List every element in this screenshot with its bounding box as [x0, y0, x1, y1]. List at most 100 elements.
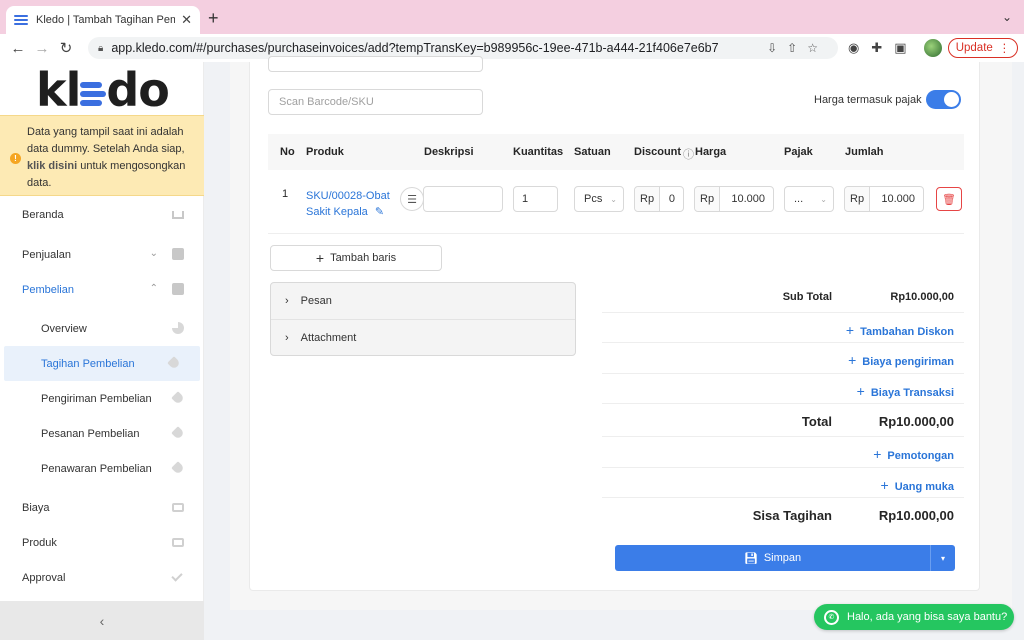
collapse-label: Attachment	[300, 331, 357, 344]
browser-tabstrip: Kledo | Tambah Tagihan Pembelian ✕ + ⌄	[0, 0, 1024, 34]
puzzle-icon[interactable]: ✚	[871, 40, 882, 56]
save-options-dropdown[interactable]: ▾	[930, 545, 955, 571]
header-no: No	[280, 146, 295, 158]
items-table-header: No Produk Deskripsi Kuantitas Satuan Dis…	[268, 134, 964, 170]
sidebar-item-beranda[interactable]: Beranda	[0, 197, 204, 232]
info-icon[interactable]: ⓘ	[683, 146, 694, 162]
quantity-value[interactable]: 1	[514, 193, 528, 205]
total-prefix: Rp	[845, 187, 871, 211]
discount-input[interactable]: Rp 0	[634, 186, 684, 212]
sidebar-item-produk[interactable]: Produk	[0, 525, 204, 560]
discount-row: + Tambahan Diskon	[602, 313, 964, 343]
discount-value[interactable]: 0	[660, 193, 683, 205]
add-discount-link[interactable]: + Tambahan Diskon	[846, 322, 954, 338]
scan-barcode-input[interactable]: Scan Barcode/SKU	[268, 89, 483, 115]
description-input[interactable]	[423, 186, 503, 212]
tax-inclusive-toggle[interactable]	[926, 90, 961, 109]
sidebar-item-penjualan[interactable]: Penjualan ⌄	[0, 237, 204, 272]
add-row-button[interactable]: + Tambah baris	[270, 245, 442, 271]
unit-value[interactable]: Pcs	[575, 193, 602, 205]
update-button[interactable]: Update ⋮	[948, 38, 1018, 58]
profile-avatar[interactable]	[924, 39, 942, 57]
box-icon	[172, 538, 184, 547]
edit-pencil-icon[interactable]: ✎	[375, 206, 384, 218]
tax-select[interactable]: ... ⌄	[784, 186, 834, 212]
partial-field-above[interactable]	[268, 56, 483, 72]
camera-icon[interactable]: ◉	[848, 40, 859, 56]
browser-tab[interactable]: Kledo | Tambah Tagihan Pembelian ✕	[6, 6, 200, 34]
sidebar-item-approval[interactable]: Approval	[0, 560, 204, 595]
chevron-right-icon: ›	[285, 295, 289, 307]
header-jumlah: Jumlah	[845, 146, 884, 158]
sidebar-item-label: Pembelian	[22, 283, 74, 296]
lock-icon[interactable]: 🔒︎	[98, 43, 103, 54]
description-list-icon[interactable]: ☰	[400, 187, 424, 211]
header-pajak: Pajak	[784, 146, 813, 158]
remaining-row: Sisa Tagihan Rp10.000,00	[602, 498, 964, 531]
product-link[interactable]: SKU/00028-Obat Sakit Kepala ✎	[306, 188, 398, 220]
logo-prefix: kl	[36, 63, 81, 117]
sidepanel-icon[interactable]: ▣	[894, 40, 906, 56]
shipping-cost-link[interactable]: + Biaya pengiriman	[848, 352, 954, 368]
save-icon: 💾︎	[743, 552, 758, 565]
chevron-left-icon: ‹	[99, 612, 105, 629]
chevron-down-icon: ▾	[940, 553, 945, 563]
link-label: Uang muka	[894, 480, 954, 493]
chevron-right-icon: ›	[285, 331, 289, 344]
sidebar-item-pembelian[interactable]: Pembelian ⌃	[0, 272, 204, 307]
tax-inclusive-label: Harga termasuk pajak	[814, 94, 922, 106]
sidebar-item-biaya[interactable]: Biaya	[0, 490, 204, 525]
price-input[interactable]: Rp 10.000	[694, 186, 774, 212]
sidebar-item-label: Tagihan Pembelian	[41, 357, 135, 370]
total-value[interactable]: 10.000	[870, 193, 923, 205]
sidebar-item-pengiriman-pembelian[interactable]: Pengiriman Pembelian	[0, 381, 204, 416]
close-icon[interactable]: ✕	[181, 12, 192, 28]
main-content: Scan Barcode/SKU Harga termasuk pajak No…	[205, 56, 1024, 640]
dummy-data-notice: ! Data yang tampil saat ini adalah data …	[0, 115, 204, 196]
sidebar-item-penawaran-pembelian[interactable]: Penawaran Pembelian	[0, 451, 204, 486]
header-discount: Discount	[634, 146, 682, 158]
extra-sections: › Pesan › Attachment	[270, 282, 576, 356]
transaction-fee-link[interactable]: + Biaya Transaksi	[857, 383, 954, 399]
back-icon[interactable]: ←	[6, 40, 30, 57]
collapse-attachment[interactable]: › Attachment	[271, 319, 575, 355]
logo-suffix: do	[106, 63, 170, 117]
collapse-pesan[interactable]: › Pesan	[271, 283, 575, 319]
sidebar-item-label: Biaya	[22, 501, 50, 514]
notice-link[interactable]: klik disini	[27, 160, 77, 172]
down-payment-link[interactable]: + Uang muka	[881, 477, 954, 493]
chevron-down-icon: ⌄	[610, 194, 617, 204]
check-icon	[171, 570, 183, 582]
down-payment-row: + Uang muka	[602, 468, 964, 498]
plus-icon: +	[856, 382, 865, 399]
whatsapp-chat-button[interactable]: ✆ Halo, ada yang bisa saya bantu?	[814, 604, 1014, 630]
sidebar-collapse-button[interactable]: ‹	[0, 601, 204, 640]
url-text[interactable]: app.kledo.com/#/purchases/purchaseinvoic…	[111, 41, 767, 55]
tax-value[interactable]: ...	[785, 193, 803, 205]
sidebar: kl do ! Data yang tampil saat ini adalah …	[0, 62, 204, 640]
deduction-link[interactable]: + Pemotongan	[873, 446, 954, 462]
sidebar-item-tagihan-pembelian[interactable]: Tagihan Pembelian	[4, 346, 200, 381]
sidebar-item-label: Penawaran Pembelian	[41, 462, 152, 475]
sidebar-item-pesanan-pembelian[interactable]: Pesanan Pembelian	[0, 416, 204, 451]
delete-row-button[interactable]: 🗑︎	[936, 187, 962, 211]
collapse-label: Pesan	[300, 295, 332, 307]
total-label: Total	[801, 414, 832, 429]
extension-icons[interactable]: ◉ ✚ ▣	[848, 40, 907, 56]
new-tab-icon[interactable]: +	[208, 8, 219, 29]
shipping-row: + Biaya pengiriman	[602, 343, 964, 374]
bag-icon	[172, 283, 184, 295]
sidebar-item-label: Overview	[41, 322, 87, 335]
total-input[interactable]: Rp 10.000	[844, 186, 924, 212]
price-value[interactable]: 10.000	[720, 193, 773, 205]
save-button[interactable]: 💾︎ Simpan	[615, 552, 930, 565]
sidebar-item-overview[interactable]: Overview	[0, 311, 204, 346]
forward-icon[interactable]: →	[30, 40, 54, 57]
quantity-input[interactable]: 1	[513, 186, 558, 212]
reload-icon[interactable]: ↻	[54, 39, 78, 57]
chevron-down-icon[interactable]: ⌄	[1002, 10, 1012, 24]
basket-icon	[172, 248, 184, 260]
unit-select[interactable]: Pcs ⌄	[574, 186, 624, 212]
omnibox-actions[interactable]: ⇩⇧☆	[767, 41, 828, 55]
price-prefix: Rp	[695, 187, 721, 211]
